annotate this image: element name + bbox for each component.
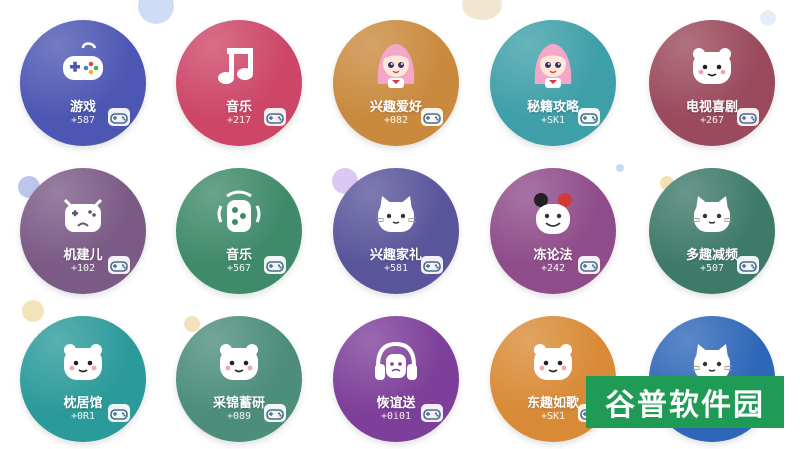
- anime-girl-icon: [527, 40, 579, 92]
- controller-badge-icon: [578, 256, 600, 274]
- category-card[interactable]: 采锦蓄研 +089: [176, 316, 302, 442]
- cat-face-icon: [686, 188, 738, 240]
- controller-badge-icon: [421, 108, 443, 126]
- controller-badge-icon: [264, 256, 286, 274]
- controller-badge-icon: [108, 404, 130, 422]
- category-card[interactable]: 电视喜剧 +267: [649, 20, 775, 146]
- controller-badge-icon: [108, 256, 130, 274]
- decor-dot: [22, 300, 44, 322]
- speaker-icon: [213, 188, 265, 240]
- category-card[interactable]: 机建儿 +102: [20, 168, 146, 294]
- category-card[interactable]: 秘籍攻略 +SK1: [490, 20, 616, 146]
- controller-badge-icon: [737, 108, 759, 126]
- controller-badge-icon: [737, 256, 759, 274]
- bear-face-icon: [527, 336, 579, 388]
- controller-badge-icon: [578, 108, 600, 126]
- gamepad-icon: [57, 40, 109, 92]
- category-card[interactable]: 音乐 +217: [176, 20, 302, 146]
- category-card[interactable]: 游戏 +587: [20, 20, 146, 146]
- controller-badge-icon: [264, 404, 286, 422]
- category-card[interactable]: 音乐 +567: [176, 168, 302, 294]
- music-note-icon: [213, 40, 265, 92]
- category-card[interactable]: 多趣减频 +507: [649, 168, 775, 294]
- bear-face-icon: [213, 336, 265, 388]
- bear-face-icon: [686, 40, 738, 92]
- cat-face-icon: [370, 188, 422, 240]
- category-card[interactable]: 兴趣家礼 +581: [333, 168, 459, 294]
- decor-dot: [616, 164, 624, 172]
- controller-badge-icon: [421, 256, 443, 274]
- category-card[interactable]: 兴趣爱好 +082: [333, 20, 459, 146]
- headphones-icon: [370, 336, 422, 388]
- category-card[interactable]: 冻论法 +242: [490, 168, 616, 294]
- controller-badge-icon: [108, 108, 130, 126]
- decor-dot: [760, 10, 776, 26]
- controller-badge-icon: [421, 404, 443, 422]
- category-card[interactable]: 恢谊送 +0i01: [333, 316, 459, 442]
- robot-face-icon: [57, 188, 109, 240]
- watermark-logo: 谷普软件园: [586, 376, 784, 428]
- controller-badge-icon: [264, 108, 286, 126]
- decor-dot: [138, 0, 174, 24]
- category-card[interactable]: 枕居馆 +0R1: [20, 316, 146, 442]
- decor-dot: [462, 0, 502, 20]
- bear-face-icon: [57, 336, 109, 388]
- anime-girl-icon: [370, 40, 422, 92]
- decor-dot: [184, 316, 200, 332]
- ball-face-icon: [527, 188, 579, 240]
